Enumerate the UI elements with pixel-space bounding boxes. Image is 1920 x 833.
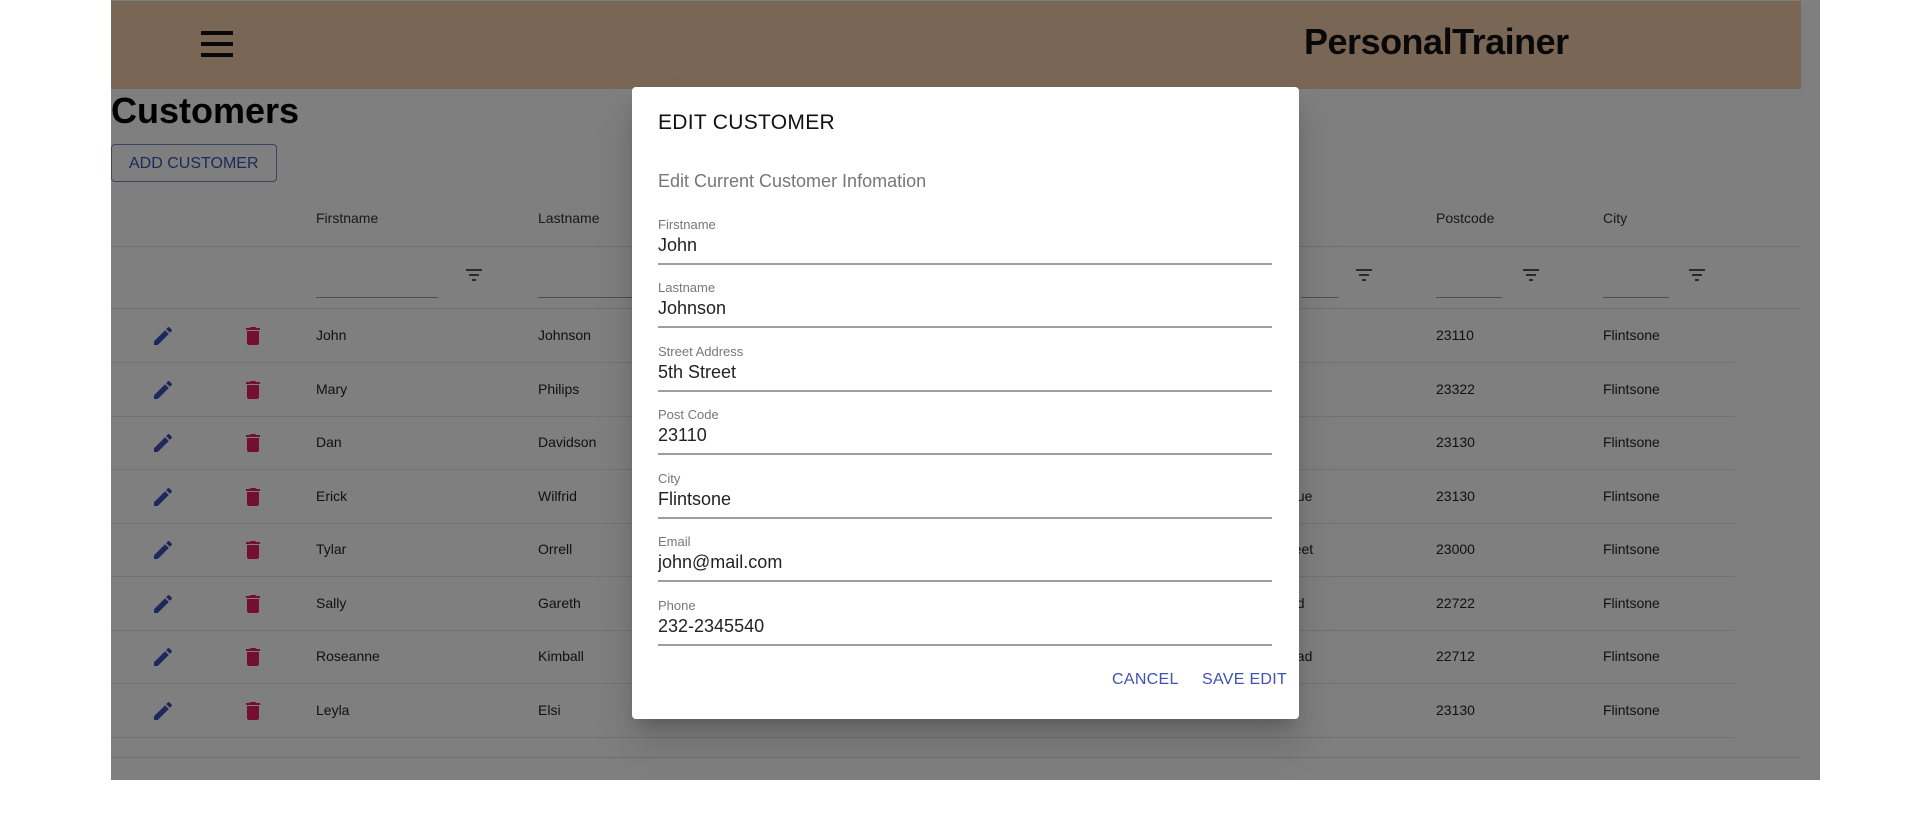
field-underline: [658, 390, 1272, 392]
firstname-label: Firstname: [658, 217, 716, 232]
save-edit-button[interactable]: SAVE EDIT: [1202, 671, 1287, 689]
phone-field: Phone: [658, 598, 1272, 650]
phone-label: Phone: [658, 598, 696, 613]
field-underline: [658, 644, 1272, 646]
firstname-field: Firstname: [658, 217, 1272, 269]
dialog-title: EDIT CUSTOMER: [658, 111, 835, 134]
edit-customer-dialog: EDIT CUSTOMER Edit Current Customer Info…: [632, 87, 1299, 719]
post-code-label: Post Code: [658, 407, 719, 422]
email-label: Email: [658, 534, 691, 549]
street-address-field: Street Address: [658, 344, 1272, 396]
lastname-label: Lastname: [658, 280, 716, 295]
city-label: City: [658, 471, 681, 486]
dialog-subtitle: Edit Current Customer Infomation: [658, 171, 927, 191]
lastname-input[interactable]: [658, 294, 1272, 322]
cancel-button[interactable]: CANCEL: [1112, 671, 1179, 689]
city-input[interactable]: [658, 485, 1272, 513]
lastname-field: Lastname: [658, 280, 1272, 332]
field-underline: [658, 326, 1272, 328]
field-underline: [658, 263, 1272, 265]
phone-input[interactable]: [658, 612, 1272, 640]
street-address-label: Street Address: [658, 344, 744, 359]
post-code-input[interactable]: [658, 421, 1272, 449]
field-underline: [658, 580, 1272, 582]
email-field: Email: [658, 534, 1272, 586]
field-underline: [658, 453, 1272, 455]
street-address-input[interactable]: [658, 358, 1272, 386]
email-input[interactable]: [658, 548, 1272, 576]
post-code-field: Post Code: [658, 407, 1272, 459]
city-field: City: [658, 471, 1272, 523]
firstname-input[interactable]: [658, 231, 1272, 259]
field-underline: [658, 517, 1272, 519]
